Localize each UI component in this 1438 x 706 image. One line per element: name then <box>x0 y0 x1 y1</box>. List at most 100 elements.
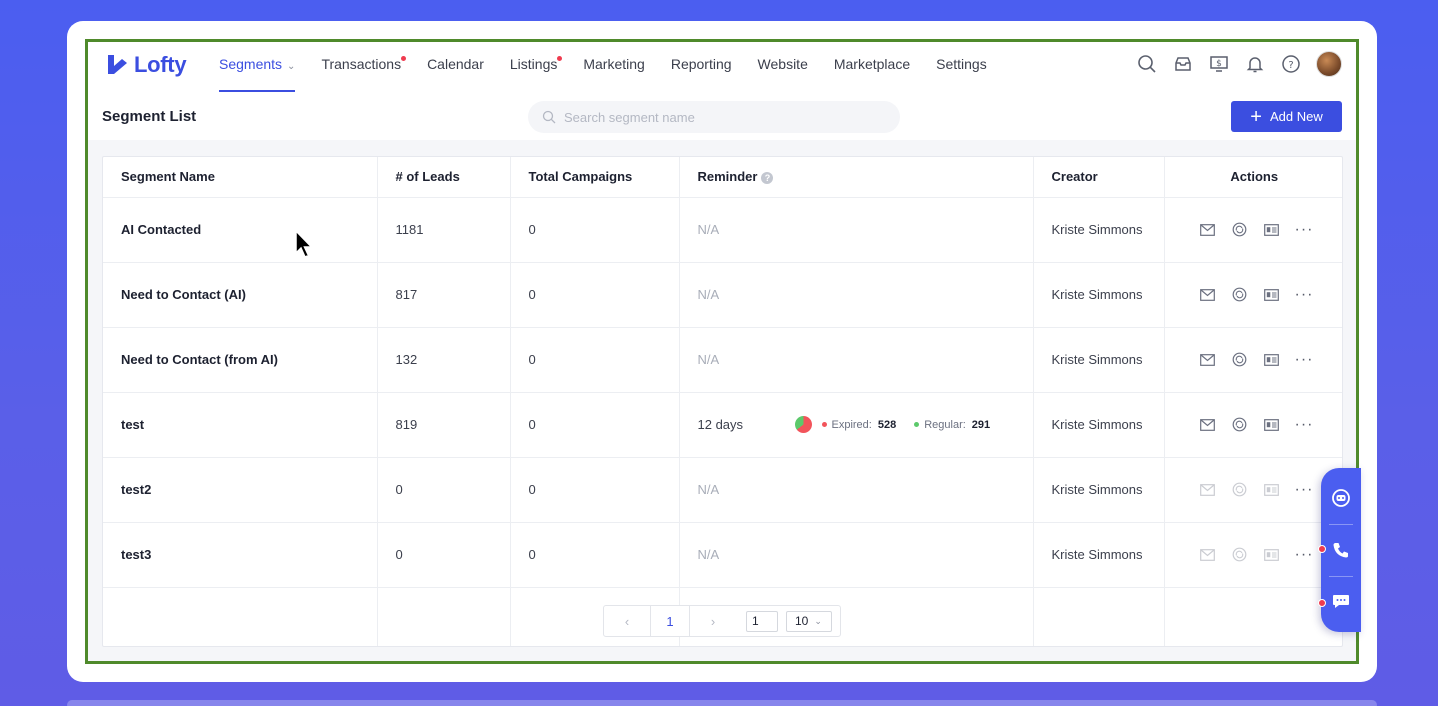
cell-actions: ··· <box>1164 457 1342 523</box>
email-icon[interactable] <box>1199 221 1217 239</box>
nav-item-segments[interactable]: Segments ⌄ <box>219 42 296 92</box>
nav-label: Segments <box>219 56 283 72</box>
nav-item-marketing[interactable]: Marketing <box>583 42 644 92</box>
svg-text:$: $ <box>1216 59 1222 69</box>
nav-item-reporting[interactable]: Reporting <box>671 42 732 92</box>
prev-page-button[interactable]: ‹ <box>604 606 650 636</box>
sync-icon[interactable] <box>1231 351 1249 369</box>
nav-item-listings[interactable]: Listings <box>509 42 563 92</box>
notification-dot <box>1318 545 1326 553</box>
cell-leads[interactable]: 132 <box>377 327 511 393</box>
search-icon[interactable] <box>1136 53 1158 75</box>
contact-card-icon[interactable] <box>1263 481 1281 499</box>
help-icon[interactable]: ? <box>761 171 774 184</box>
nav-label: Marketplace <box>833 56 911 72</box>
table-row[interactable]: test 819 0 12 days Expired: 528 Regular: 2… <box>103 392 1342 458</box>
chevron-down-icon: ⌄ <box>814 615 822 626</box>
nav-label: Settings <box>936 56 987 72</box>
table-row[interactable]: test3 0 0 N/A Kriste Simmons ··· <box>103 522 1342 588</box>
sub-header: Segment List + Add New <box>88 94 1356 140</box>
table-row[interactable]: AI Contacted 1181 0 N/A Kriste Simmons ·… <box>103 197 1342 263</box>
email-icon[interactable] <box>1199 546 1217 564</box>
next-page-button[interactable]: › <box>690 606 736 636</box>
phone-icon[interactable] <box>1330 539 1352 561</box>
cell-segment-name[interactable]: test <box>103 392 378 458</box>
nav-item-calendar[interactable]: Calendar <box>427 42 484 92</box>
nav-item-website[interactable]: Website <box>758 42 808 92</box>
email-icon[interactable] <box>1199 351 1217 369</box>
contact-card-icon[interactable] <box>1263 286 1281 304</box>
bottom-strip <box>67 700 1377 706</box>
cell-leads[interactable]: 819 <box>377 392 511 458</box>
page-size-select[interactable]: 10 ⌄ <box>786 610 832 632</box>
sync-icon[interactable] <box>1231 286 1249 304</box>
divider <box>1329 576 1353 577</box>
logo[interactable]: Lofty <box>106 52 187 78</box>
table-body: AI Contacted 1181 0 N/A Kriste Simmons ·… <box>103 197 1342 646</box>
table-row[interactable]: test2 0 0 N/A Kriste Simmons ··· <box>103 457 1342 523</box>
sync-icon[interactable] <box>1231 481 1249 499</box>
reminder-pie-chart[interactable] <box>794 416 812 433</box>
email-icon[interactable] <box>1199 286 1217 304</box>
email-icon[interactable] <box>1199 481 1217 499</box>
sync-icon[interactable] <box>1231 221 1249 239</box>
legend-label: Expired: <box>831 418 872 431</box>
col-header-leads[interactable]: # of Leads <box>377 157 511 198</box>
cell-segment-name[interactable]: test2 <box>103 457 378 523</box>
cell-leads[interactable]: 1181 <box>377 197 511 263</box>
nav-label: Marketing <box>583 56 645 72</box>
cell-reminder: N/A <box>679 262 1034 328</box>
cell-reminder: N/A <box>679 197 1034 263</box>
app-frame: Lofty Segments ⌄ Transactions Calendar Li… <box>85 39 1359 664</box>
contact-card-icon[interactable] <box>1263 546 1281 564</box>
search-input[interactable] <box>564 109 864 125</box>
nav-item-settings[interactable]: Settings <box>936 42 987 92</box>
cell-segment-name[interactable]: AI Contacted <box>103 197 378 263</box>
contact-card-icon[interactable] <box>1263 351 1281 369</box>
table-row[interactable]: Need to Contact (from AI) 132 0 N/A Kris… <box>103 327 1342 393</box>
search-box <box>528 101 900 133</box>
col-header-segment-name[interactable]: Segment Name <box>103 157 378 198</box>
bell-icon[interactable] <box>1244 53 1266 75</box>
page-number[interactable]: 1 <box>650 606 690 636</box>
contact-card-icon[interactable] <box>1263 416 1281 434</box>
cell-campaigns: 0 <box>510 457 680 523</box>
chatbot-icon[interactable] <box>1330 487 1352 509</box>
more-icon[interactable]: ··· <box>1295 221 1314 237</box>
cell-leads[interactable]: 0 <box>377 522 511 588</box>
more-icon[interactable]: ··· <box>1295 546 1314 562</box>
more-icon[interactable]: ··· <box>1295 286 1314 302</box>
reminder-header-label: Reminder <box>697 169 758 185</box>
dollar-monitor-icon[interactable]: $ <box>1208 53 1230 75</box>
col-header-campaigns[interactable]: Total Campaigns <box>510 157 680 198</box>
help-icon[interactable]: ? <box>1280 53 1302 75</box>
cell-segment-name[interactable]: Need to Contact (from AI) <box>103 327 378 393</box>
message-icon[interactable] <box>1330 590 1352 612</box>
notification-dot <box>1318 599 1326 607</box>
cell-campaigns: 0 <box>510 392 680 458</box>
nav-label: Listings <box>509 56 558 72</box>
pagination: ‹ 1 › 10 ⌄ <box>603 605 841 637</box>
sync-icon[interactable] <box>1231 546 1249 564</box>
table-row[interactable]: Need to Contact (AI) 817 0 N/A Kriste Si… <box>103 262 1342 328</box>
more-icon[interactable]: ··· <box>1295 416 1314 432</box>
cell-segment-name[interactable]: Need to Contact (AI) <box>103 262 378 328</box>
sync-icon[interactable] <box>1231 416 1249 434</box>
nav-item-marketplace[interactable]: Marketplace <box>834 42 910 92</box>
more-icon[interactable]: ··· <box>1295 481 1314 497</box>
col-header-reminder[interactable]: Reminder? <box>679 157 1034 198</box>
nav-item-transactions[interactable]: Transactions <box>321 42 407 92</box>
inbox-icon[interactable] <box>1172 53 1194 75</box>
add-new-button[interactable]: + Add New <box>1231 101 1342 132</box>
more-icon[interactable]: ··· <box>1295 351 1314 367</box>
cell-segment-name[interactable]: test3 <box>103 522 378 588</box>
cell-leads[interactable]: 817 <box>377 262 511 328</box>
top-nav: Lofty Segments ⌄ Transactions Calendar Li… <box>88 42 1356 94</box>
email-icon[interactable] <box>1199 416 1217 434</box>
contact-card-icon[interactable] <box>1263 221 1281 239</box>
page-jump-input[interactable] <box>746 610 778 632</box>
col-header-creator[interactable]: Creator <box>1033 157 1165 198</box>
cell-leads[interactable]: 0 <box>377 457 511 523</box>
legend-expired: Expired: 528 <box>821 418 896 431</box>
avatar[interactable] <box>1316 51 1342 77</box>
